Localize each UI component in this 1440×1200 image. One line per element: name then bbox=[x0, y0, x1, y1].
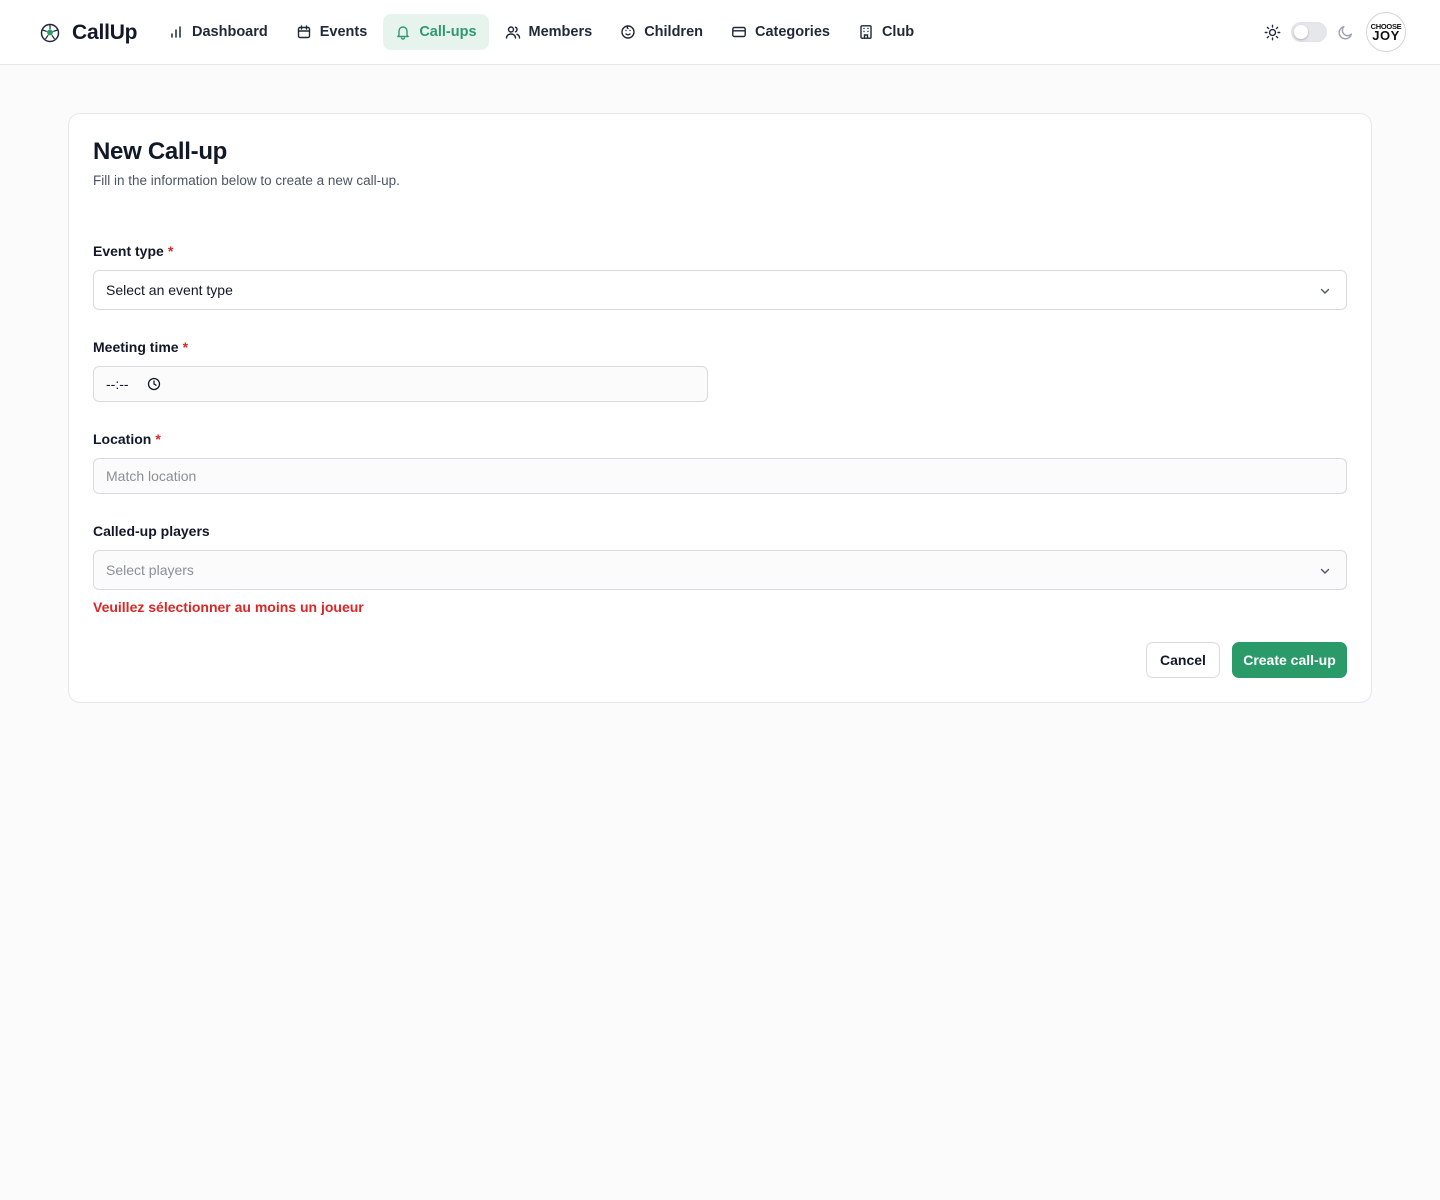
cancel-button[interactable]: Cancel bbox=[1146, 642, 1220, 678]
meeting-time-input[interactable]: --:-- bbox=[93, 366, 708, 402]
players-error-message: Veuillez sélectionner au moins un joueur bbox=[93, 599, 364, 615]
nav-item-dashboard[interactable]: Dashboard bbox=[156, 14, 280, 50]
baby-face-icon bbox=[621, 25, 635, 39]
create-call-up-button[interactable]: Create call-up bbox=[1232, 642, 1347, 678]
bell-icon bbox=[397, 26, 410, 40]
sun-icon bbox=[1264, 24, 1281, 40]
page-subtitle: Fill in the information below to create … bbox=[93, 173, 400, 188]
nav-item-events[interactable]: Events bbox=[284, 14, 380, 50]
nav-label: Events bbox=[319, 24, 368, 40]
soccer-ball-icon bbox=[40, 23, 60, 43]
chevron-down-icon bbox=[1320, 568, 1330, 574]
toggle-knob bbox=[1294, 25, 1308, 39]
nav-item-club[interactable]: Club bbox=[846, 14, 926, 50]
clock-icon[interactable] bbox=[147, 377, 161, 391]
page-title: New Call-up bbox=[93, 138, 228, 165]
meeting-time-label-text: Meeting time bbox=[93, 339, 179, 355]
main-nav: Dashboard Events Call-ups Members Childr… bbox=[156, 14, 926, 50]
players-placeholder: Select players bbox=[106, 562, 194, 578]
required-mark: * bbox=[182, 339, 189, 355]
users-icon bbox=[505, 26, 520, 39]
nav-item-members[interactable]: Members bbox=[493, 14, 605, 50]
calendar-icon bbox=[297, 25, 310, 39]
nav-item-call-ups[interactable]: Call-ups bbox=[383, 14, 489, 50]
location-input[interactable]: Match location bbox=[93, 458, 1347, 494]
required-mark: * bbox=[155, 431, 161, 447]
app-name: CallUp bbox=[72, 21, 138, 44]
user-avatar[interactable]: CHOOSE JOY bbox=[1366, 12, 1406, 52]
top-navigation-bar: CallUp Dashboard Events Call-ups Members… bbox=[0, 0, 1440, 65]
bar-chart-icon bbox=[171, 26, 181, 38]
new-call-up-card: New Call-up Fill in the information belo… bbox=[68, 113, 1372, 703]
brand[interactable]: CallUp bbox=[40, 20, 138, 46]
event-type-select[interactable]: Select an event type bbox=[93, 270, 1347, 310]
required-mark: * bbox=[167, 243, 174, 259]
players-select[interactable]: Select players bbox=[93, 550, 1347, 590]
header-tools: CHOOSE JOY bbox=[1264, 12, 1406, 52]
chevron-down-icon bbox=[1320, 288, 1330, 294]
event-type-label: Event type * bbox=[93, 243, 173, 259]
moon-icon bbox=[1338, 25, 1353, 39]
players-label: Called-up players bbox=[93, 523, 210, 539]
card-icon bbox=[732, 26, 746, 38]
avatar-text-bottom: JOY bbox=[1372, 27, 1400, 43]
nav-label: Call-ups bbox=[419, 24, 477, 40]
event-type-label-text: Event type bbox=[93, 243, 164, 259]
location-label: Location * bbox=[93, 431, 161, 447]
location-placeholder: Match location bbox=[106, 468, 197, 484]
location-label-text: Location bbox=[93, 431, 152, 447]
nav-item-categories[interactable]: Categories bbox=[719, 14, 842, 50]
nav-label: Categories bbox=[755, 24, 830, 40]
nav-label: Club bbox=[881, 24, 915, 40]
nav-label: Children bbox=[644, 24, 703, 40]
nav-item-children[interactable]: Children bbox=[608, 14, 715, 50]
event-type-value: Select an event type bbox=[106, 282, 233, 298]
building-icon bbox=[860, 25, 872, 39]
nav-label: Dashboard bbox=[192, 24, 268, 40]
meeting-time-label: Meeting time * bbox=[93, 339, 188, 355]
meeting-time-value: --:-- bbox=[106, 376, 129, 392]
nav-label: Members bbox=[528, 24, 593, 40]
theme-toggle[interactable] bbox=[1291, 22, 1327, 42]
